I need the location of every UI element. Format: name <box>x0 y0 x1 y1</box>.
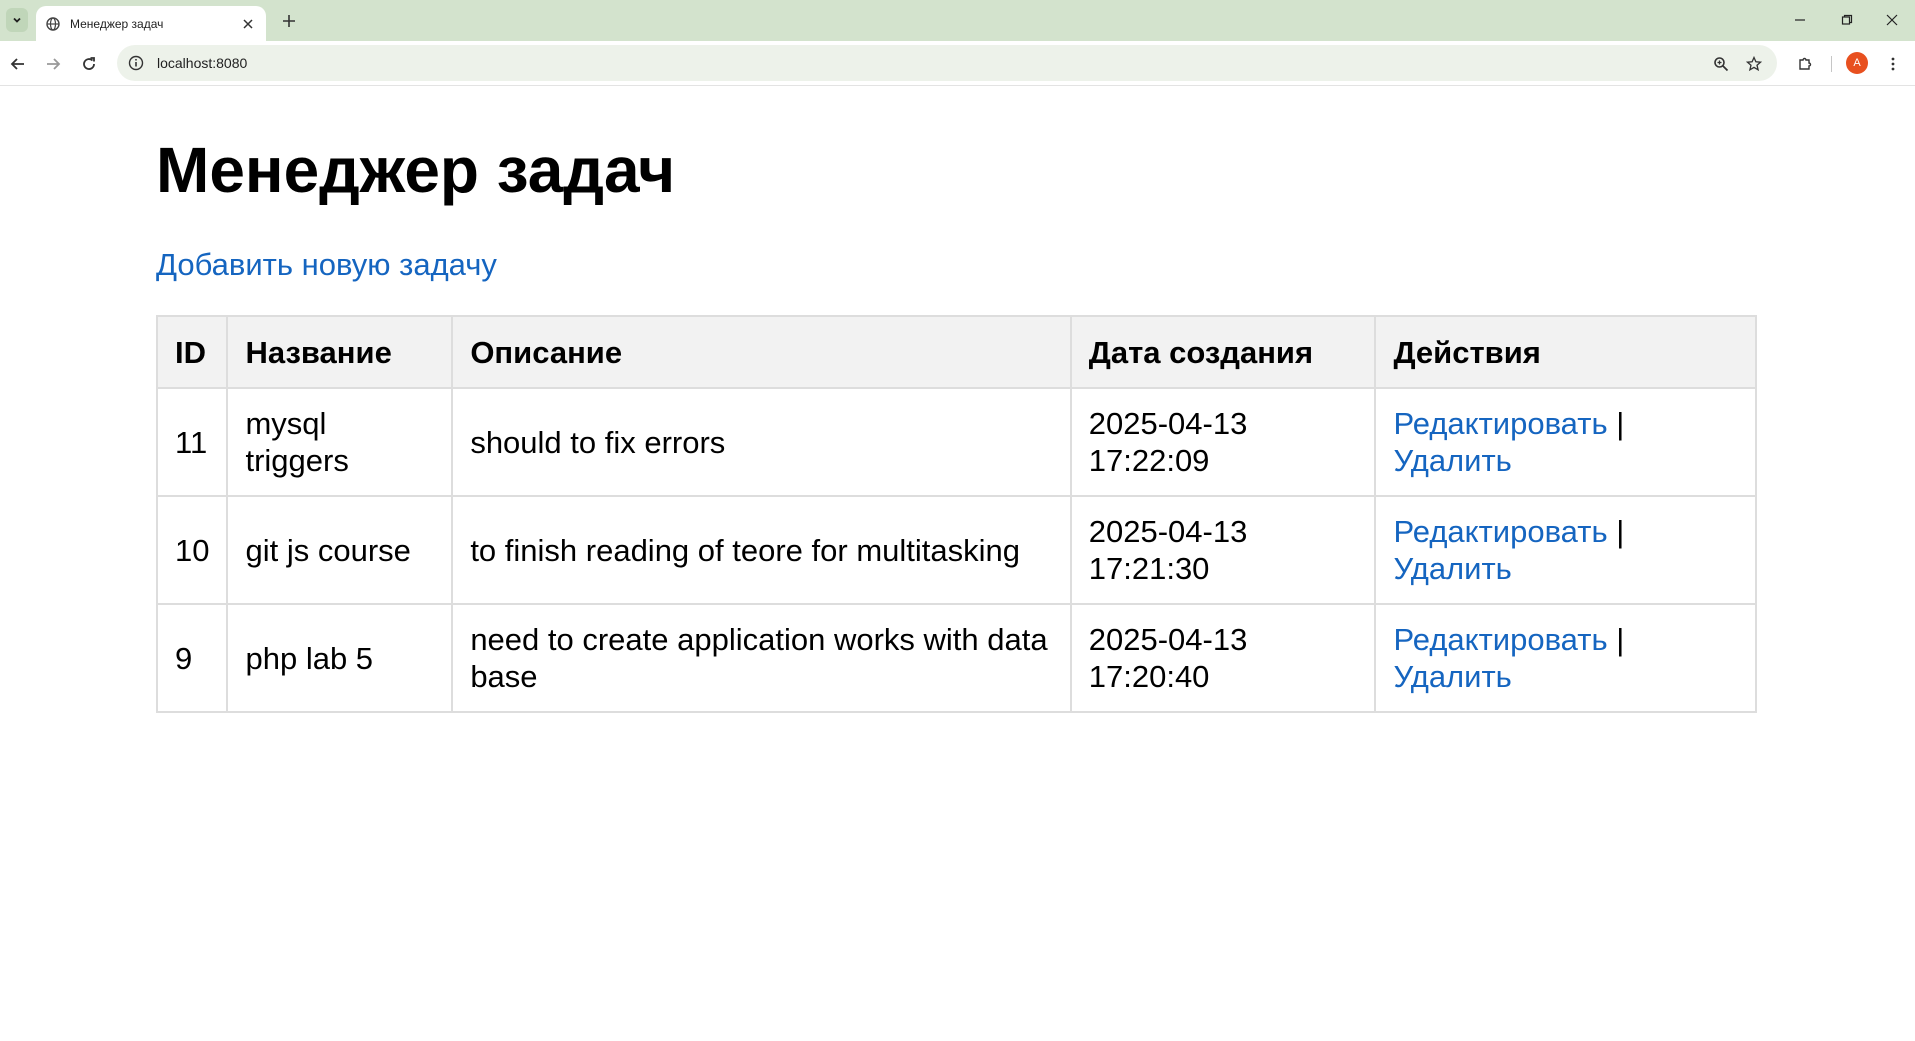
header-description: Описание <box>451 315 1072 389</box>
delete-link[interactable]: Удалить <box>1393 659 1511 694</box>
action-separator: | <box>1616 622 1625 657</box>
cell-actions: Редактировать | Удалить <box>1374 495 1757 605</box>
browser-menu-button[interactable] <box>1878 49 1908 79</box>
arrow-left-icon <box>10 58 24 70</box>
toolbar-divider <box>1831 56 1832 72</box>
delete-link[interactable]: Удалить <box>1393 551 1511 586</box>
date-text: 2025-04-13 17:22:09 <box>1088 406 1248 478</box>
star-icon <box>1746 56 1762 72</box>
close-window-button[interactable] <box>1877 8 1907 32</box>
page-content: Менеджер задач Добавить новую задачу ID … <box>0 87 1915 1041</box>
header-date: Дата создания <box>1069 315 1377 389</box>
tab-close-icon[interactable] <box>240 16 256 32</box>
action-separator: | <box>1616 406 1625 441</box>
cell-id: 11 <box>155 387 229 497</box>
extensions-button[interactable] <box>1790 49 1820 79</box>
cell-actions: Редактировать | Удалить <box>1374 387 1757 497</box>
cell-name: mysql triggers <box>226 387 454 497</box>
tab-title: Менеджер задач <box>70 16 164 31</box>
url-text: localhost:8080 <box>157 55 248 71</box>
edit-link[interactable]: Редактировать <box>1393 622 1607 657</box>
header-actions: Действия <box>1374 315 1757 389</box>
browser-titlebar: Менеджер задач <box>0 0 1915 41</box>
zoom-icon <box>1714 57 1729 72</box>
puzzle-icon <box>1799 57 1812 70</box>
browser-toolbar: localhost:8080 A <box>0 41 1915 86</box>
forward-button[interactable] <box>38 49 68 79</box>
cell-name: git js course <box>226 495 454 605</box>
cell-id: 10 <box>155 495 229 605</box>
edit-link[interactable]: Редактировать <box>1393 514 1607 549</box>
cell-id: 9 <box>155 603 229 713</box>
close-icon <box>1886 14 1898 26</box>
new-tab-button[interactable] <box>278 10 300 32</box>
minimize-button[interactable] <box>1785 8 1815 32</box>
date-text: 2025-04-13 17:20:40 <box>1088 622 1248 694</box>
table-header-row: ID Название Описание Дата создания Дейст… <box>155 315 1757 389</box>
table-row: 10 git js course to finish reading of te… <box>155 495 1757 605</box>
profile-avatar[interactable]: A <box>1846 52 1868 74</box>
chevron-down-icon <box>13 17 21 23</box>
cell-description: should to fix errors <box>451 387 1072 497</box>
cell-description: need to create application works with da… <box>451 603 1072 713</box>
add-task-link[interactable]: Добавить новую задачу <box>156 247 497 283</box>
plus-icon <box>283 15 295 27</box>
header-id: ID <box>155 315 229 389</box>
table-row: 11 mysql triggers should to fix errors 2… <box>155 387 1757 497</box>
restore-button[interactable] <box>1832 8 1862 32</box>
tasks-table: ID Название Описание Дата создания Дейст… <box>155 315 1757 713</box>
back-button[interactable] <box>3 49 33 79</box>
globe-icon <box>46 16 60 31</box>
reload-icon <box>83 57 95 70</box>
bookmark-button[interactable] <box>1739 49 1769 79</box>
date-text: 2025-04-13 17:21:30 <box>1088 514 1248 586</box>
header-name: Название <box>226 315 454 389</box>
page-title: Менеджер задач <box>156 134 676 206</box>
cell-date: 2025-04-13 17:21:30 <box>1069 495 1377 605</box>
cell-date: 2025-04-13 17:22:09 <box>1069 387 1377 497</box>
reload-button[interactable] <box>74 49 104 79</box>
cell-date: 2025-04-13 17:20:40 <box>1069 603 1377 713</box>
delete-link[interactable]: Удалить <box>1393 443 1511 478</box>
restore-icon <box>1841 14 1853 25</box>
more-vert-icon <box>1891 57 1895 71</box>
arrow-right-icon <box>47 58 61 70</box>
action-separator: | <box>1616 514 1625 549</box>
edit-link[interactable]: Редактировать <box>1393 406 1607 441</box>
tab-search-button[interactable] <box>6 8 28 32</box>
browser-tab[interactable]: Менеджер задач <box>36 6 266 41</box>
address-bar[interactable]: localhost:8080 <box>117 45 1777 81</box>
cell-description: to finish reading of teore for multitask… <box>451 495 1072 605</box>
table-row: 9 php lab 5 need to create application w… <box>155 603 1757 713</box>
site-info-icon[interactable] <box>127 54 145 72</box>
cell-name: php lab 5 <box>226 603 454 713</box>
cell-actions: Редактировать | Удалить <box>1374 603 1757 713</box>
zoom-button[interactable] <box>1706 49 1736 79</box>
minimize-icon <box>1795 19 1805 21</box>
